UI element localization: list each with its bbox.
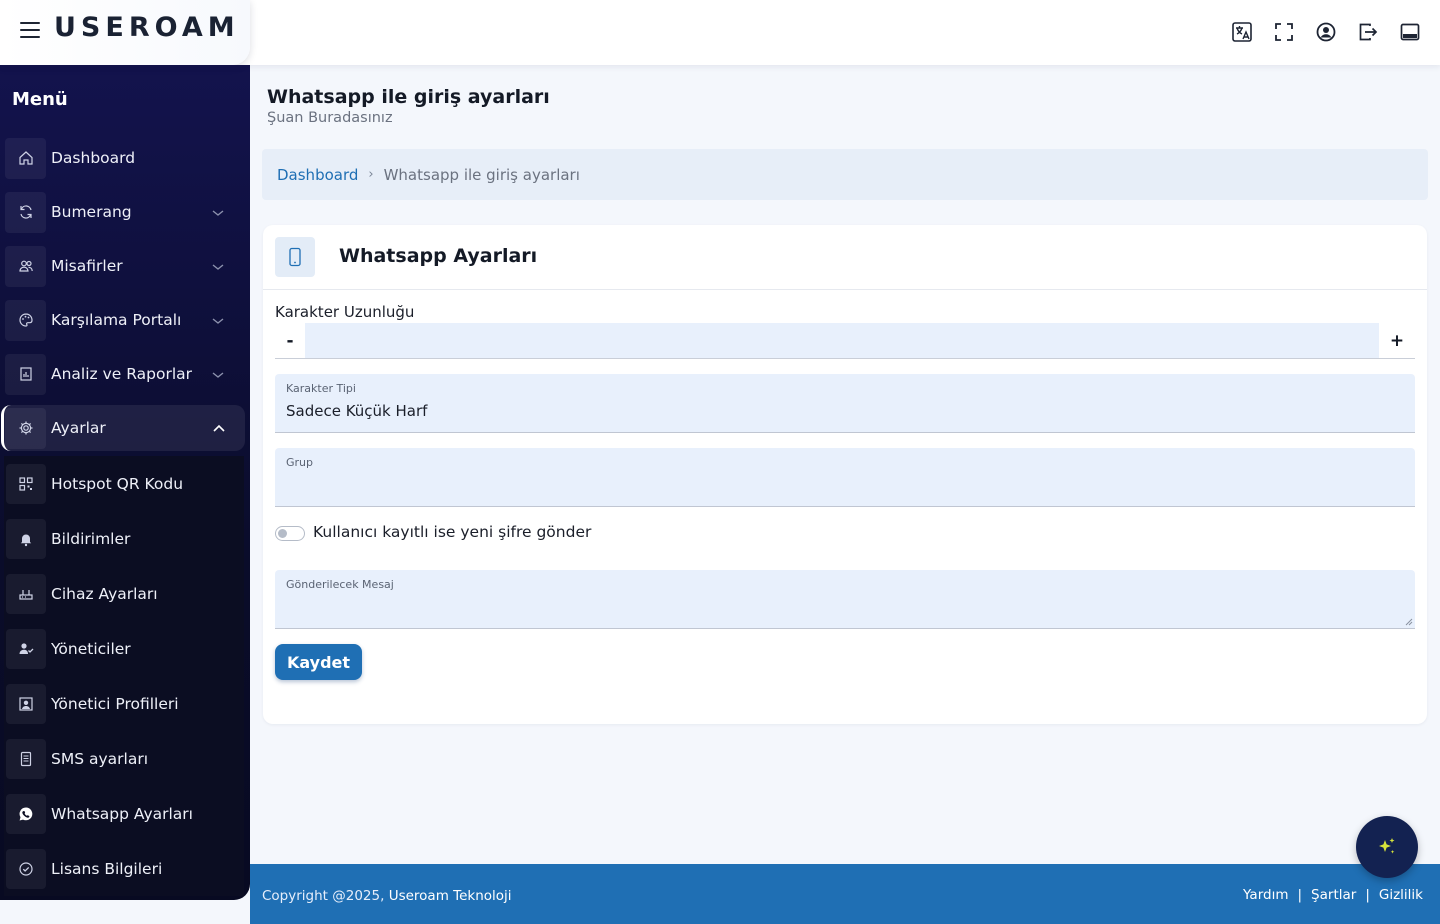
router-icon bbox=[6, 574, 46, 614]
refresh-icon bbox=[5, 191, 46, 233]
footer-link-terms[interactable]: Şartlar bbox=[1311, 887, 1356, 903]
send-new-password-toggle[interactable] bbox=[275, 526, 305, 541]
fullscreen-icon[interactable] bbox=[1274, 20, 1294, 44]
chevron-down-icon bbox=[212, 210, 224, 216]
submenu-item-label: SMS ayarları bbox=[51, 750, 149, 768]
sidebar-item-label: Ayarlar bbox=[51, 419, 106, 437]
decrement-button[interactable]: - bbox=[275, 323, 305, 358]
sidebar-item-label: Misafirler bbox=[51, 257, 123, 275]
submenu-item-label: Hotspot QR Kodu bbox=[51, 475, 184, 493]
users-icon bbox=[5, 245, 46, 287]
qr-code-icon bbox=[6, 464, 46, 504]
palette-icon bbox=[5, 299, 46, 341]
settings-submenu: Hotspot QR Kodu Bildirimler Cihaz Ayarla… bbox=[4, 456, 244, 896]
card-header: Whatsapp Ayarları bbox=[263, 225, 1427, 290]
sidebar-item-analiz-ve-raporlar[interactable]: Analiz ve Raporlar bbox=[4, 351, 244, 397]
sidebar-item-label: Karşılama Portalı bbox=[51, 311, 182, 329]
char-type-select[interactable]: Karakter Tipi Sadece Küçük Harf bbox=[275, 374, 1415, 433]
page-title: Whatsapp ile giriş ayarları bbox=[267, 86, 550, 108]
submenu-item-label: Yönetici Profilleri bbox=[51, 695, 179, 713]
char-type-value: Sadece Küçük Harf bbox=[286, 402, 428, 420]
whatsapp-icon bbox=[6, 794, 46, 834]
user-circle-icon[interactable] bbox=[1316, 20, 1336, 44]
footer: Copyright @2025, Useroam Teknoloji Yardı… bbox=[250, 864, 1440, 924]
submenu-item-lisans-bilgileri[interactable]: Lisans Bilgileri bbox=[6, 846, 242, 892]
increment-button[interactable]: + bbox=[1382, 323, 1412, 358]
sidebar-title: Menü bbox=[12, 89, 68, 110]
char-length-label: Karakter Uzunluğu bbox=[275, 303, 415, 321]
logout-icon[interactable] bbox=[1358, 20, 1378, 44]
submenu-item-label: Yöneticiler bbox=[51, 640, 131, 658]
submenu-item-bildirimler[interactable]: Bildirimler bbox=[6, 516, 242, 562]
submenu-item-sms-ayarlari[interactable]: SMS ayarları bbox=[6, 736, 242, 782]
sidebar-item-label: Bumerang bbox=[51, 203, 132, 221]
submenu-item-label: Bildirimler bbox=[51, 530, 131, 548]
chevron-down-icon bbox=[212, 318, 224, 324]
card-title: Whatsapp Ayarları bbox=[339, 245, 538, 267]
breadcrumb: Dashboard › Whatsapp ile giriş ayarları bbox=[262, 149, 1428, 200]
sidebar: Menü Dashboard Bumerang Misafirler Karşı… bbox=[0, 65, 250, 900]
footer-separator: | bbox=[1365, 887, 1370, 903]
report-icon bbox=[5, 353, 46, 395]
brand-area: USEROAM bbox=[0, 0, 250, 65]
footer-links: Yardım | Şartlar | Gizlilik bbox=[1243, 887, 1423, 903]
gear-icon bbox=[5, 407, 46, 449]
sidebar-item-misafirler[interactable]: Misafirler bbox=[4, 243, 244, 289]
sidebar-item-karsilama-portali[interactable]: Karşılama Portalı bbox=[4, 297, 244, 343]
message-textarea[interactable]: Gönderilecek Mesaj bbox=[275, 570, 1415, 629]
submenu-item-cihaz-ayarlari[interactable]: Cihaz Ayarları bbox=[6, 571, 242, 617]
bell-icon bbox=[6, 519, 46, 559]
group-select[interactable]: Grup bbox=[275, 448, 1415, 507]
home-icon bbox=[5, 137, 46, 179]
submenu-item-label: Whatsapp Ayarları bbox=[51, 805, 193, 823]
sparkles-icon bbox=[1379, 838, 1395, 854]
footer-separator: | bbox=[1297, 887, 1303, 903]
group-label: Grup bbox=[286, 456, 314, 469]
sidebar-bottom-gap bbox=[0, 900, 250, 924]
sidebar-item-label: Dashboard bbox=[51, 149, 136, 167]
submenu-item-whatsapp-ayarlari[interactable]: Whatsapp Ayarları bbox=[6, 791, 242, 837]
user-check-icon bbox=[6, 629, 46, 669]
hamburger-menu-icon[interactable] bbox=[20, 22, 40, 38]
badge-check-icon bbox=[6, 849, 46, 889]
breadcrumb-home-link[interactable]: Dashboard bbox=[277, 166, 358, 184]
submenu-item-yonetici-profilleri[interactable]: Yönetici Profilleri bbox=[6, 681, 242, 727]
message-label: Gönderilecek Mesaj bbox=[286, 578, 394, 591]
footer-copyright: Copyright @2025, Useroam Teknoloji bbox=[262, 888, 512, 904]
logo: USEROAM bbox=[54, 12, 240, 43]
company-link[interactable]: Useroam Teknoloji bbox=[389, 888, 512, 904]
breadcrumb-current: Whatsapp ile giriş ayarları bbox=[383, 165, 580, 184]
sms-icon bbox=[6, 739, 46, 779]
char-type-label: Karakter Tipi bbox=[286, 382, 356, 395]
sidebar-item-ayarlar[interactable]: Ayarlar bbox=[1, 405, 245, 451]
copyright-text: Copyright @2025, bbox=[262, 888, 385, 904]
panel-icon[interactable] bbox=[1400, 20, 1420, 44]
save-button[interactable]: Kaydet bbox=[275, 644, 362, 680]
submenu-item-label: Cihaz Ayarları bbox=[51, 585, 158, 603]
translate-icon[interactable] bbox=[1232, 20, 1252, 44]
char-length-input[interactable] bbox=[305, 323, 1379, 358]
chevron-down-icon bbox=[212, 264, 224, 270]
sidebar-item-label: Analiz ve Raporlar bbox=[51, 365, 193, 383]
whatsapp-settings-card: Whatsapp Ayarları Karakter Uzunluğu - + … bbox=[263, 225, 1427, 724]
submenu-item-label: Lisans Bilgileri bbox=[51, 860, 163, 878]
page-subtitle: Şuan Buradasınız bbox=[267, 110, 393, 126]
sidebar-item-bumerang[interactable]: Bumerang bbox=[4, 189, 244, 235]
submenu-item-hotspot-qr[interactable]: Hotspot QR Kodu bbox=[6, 461, 242, 507]
mobile-phone-icon bbox=[275, 237, 315, 277]
footer-link-privacy[interactable]: Gizlilik bbox=[1379, 887, 1423, 903]
submenu-item-yoneticiler[interactable]: Yöneticiler bbox=[6, 626, 242, 672]
footer-link-help[interactable]: Yardım bbox=[1243, 887, 1288, 903]
char-length-stepper: - + bbox=[275, 323, 1415, 359]
chevron-down-icon bbox=[212, 372, 224, 378]
breadcrumb-chevron-icon: › bbox=[368, 167, 374, 182]
sidebar-item-dashboard[interactable]: Dashboard bbox=[4, 135, 244, 181]
ai-assistant-button[interactable] bbox=[1356, 816, 1418, 878]
profile-icon bbox=[6, 684, 46, 724]
top-header: USEROAM bbox=[0, 0, 1440, 65]
chevron-up-icon bbox=[213, 424, 225, 432]
send-new-password-label: Kullanıcı kayıtlı ise yeni şifre gönder bbox=[313, 523, 592, 541]
resize-handle-icon[interactable] bbox=[1405, 618, 1413, 626]
